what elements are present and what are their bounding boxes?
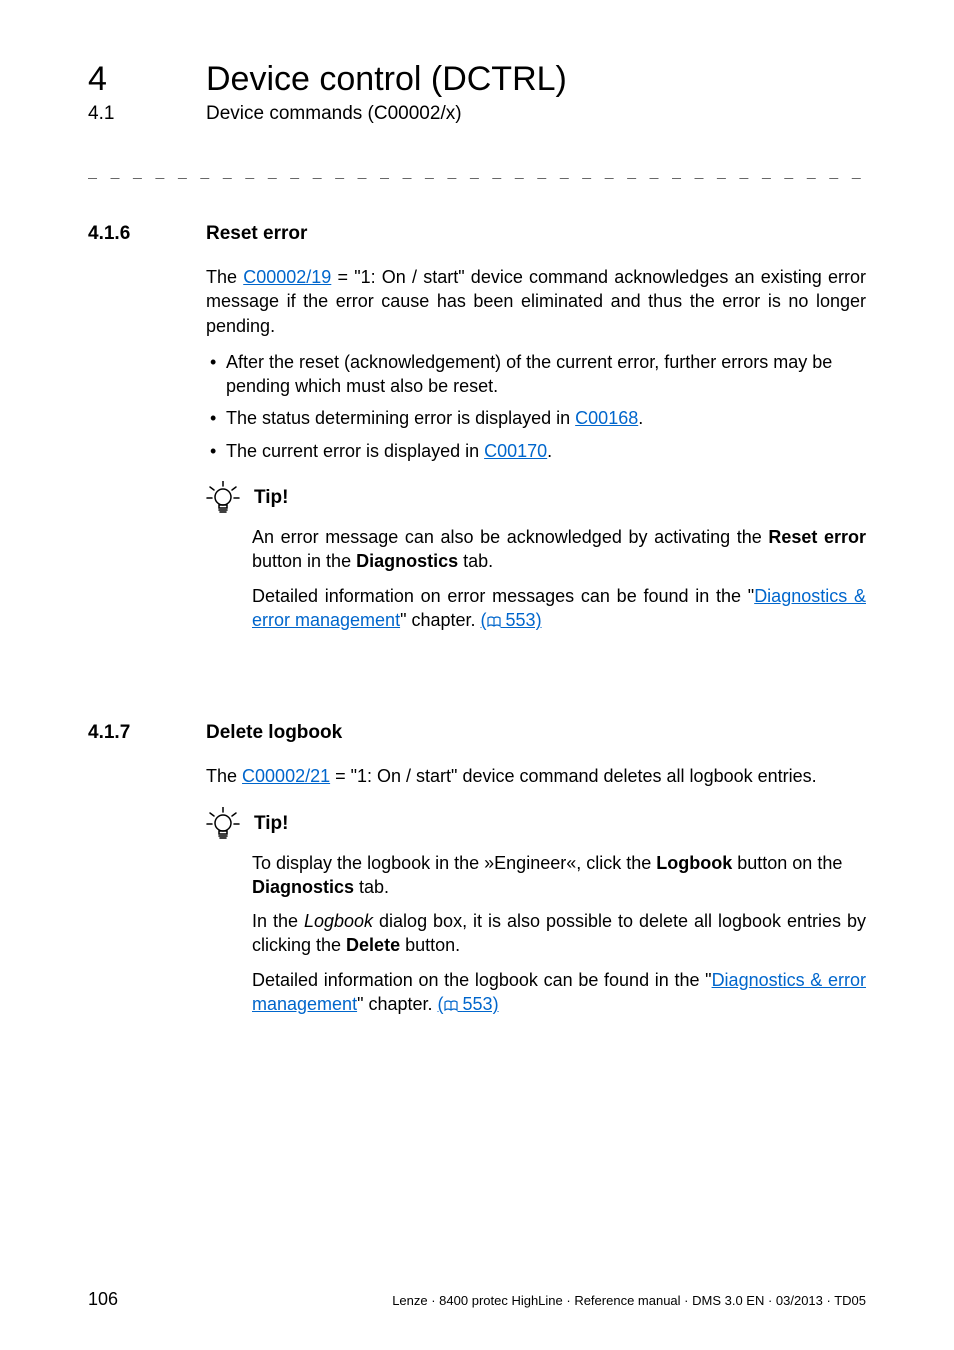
text: Detailed information on the logbook can … <box>252 970 712 990</box>
code-link[interactable]: C00168 <box>575 408 638 428</box>
text: = "1: On / start" device command deletes… <box>330 766 817 786</box>
text: button. <box>400 935 460 955</box>
tip-label: Tip! <box>254 813 288 835</box>
subsection-number: 4.1.7 <box>88 722 206 744</box>
subsection-header: 4.1.7 Delete logbook <box>88 722 866 744</box>
bullet-list: After the reset (acknowledgement) of the… <box>206 350 866 463</box>
paragraph: Detailed information on error messages c… <box>252 584 866 633</box>
text: . <box>638 408 643 428</box>
paragraph: The C00002/21 = "1: On / start" device c… <box>206 764 866 788</box>
subsection-header: 4.1.6 Reset error <box>88 223 866 245</box>
text: button in the <box>252 551 356 571</box>
subsection-title: Reset error <box>206 223 307 245</box>
page-number-ref: 553) <box>506 610 542 630</box>
text: " chapter. <box>357 994 437 1014</box>
page-footer: 106 Lenze · 8400 protec HighLine · Refer… <box>88 1289 866 1310</box>
paragraph: To display the logbook in the »Engineer«… <box>252 851 866 900</box>
page-number-ref: 553) <box>463 994 499 1014</box>
text: In the <box>252 911 304 931</box>
text: The <box>206 766 242 786</box>
footer-text: Lenze · 8400 protec HighLine · Reference… <box>392 1293 866 1308</box>
text: tab. <box>354 877 389 897</box>
bold-text: Diagnostics <box>356 551 458 571</box>
book-icon <box>444 1000 458 1012</box>
text: . <box>547 441 552 461</box>
italic-text: Logbook <box>304 911 373 931</box>
bold-text: Diagnostics <box>252 877 354 897</box>
text: The current error is displayed in <box>226 441 484 461</box>
code-link[interactable]: C00002/19 <box>243 267 331 287</box>
text: The <box>206 267 243 287</box>
code-link[interactable]: C00002/21 <box>242 766 330 786</box>
page-ref[interactable]: ( 553) <box>438 994 499 1014</box>
subsection-title: Delete logbook <box>206 722 342 744</box>
tip-callout: Tip! An error message can also be acknow… <box>206 481 866 632</box>
bold-text: Logbook <box>656 853 732 873</box>
section-header: 4.1 Device commands (C00002/x) <box>88 103 866 125</box>
page-ref[interactable]: ( 553) <box>481 610 542 630</box>
tip-body: To display the logbook in the »Engineer«… <box>252 851 866 1017</box>
tip-header: Tip! <box>206 807 866 841</box>
text: Detailed information on error messages c… <box>252 586 754 606</box>
text: button on the <box>732 853 842 873</box>
bold-text: Reset error <box>768 527 866 547</box>
paragraph: The C00002/19 = "1: On / start" device c… <box>206 265 866 338</box>
code-link[interactable]: C00170 <box>484 441 547 461</box>
text: The status determining error is displaye… <box>226 408 575 428</box>
book-icon <box>487 616 501 628</box>
tip-label: Tip! <box>254 487 288 509</box>
page-number: 106 <box>88 1289 118 1310</box>
body-text: The C00002/19 = "1: On / start" device c… <box>206 265 866 463</box>
paragraph: Detailed information on the logbook can … <box>252 968 866 1017</box>
text: To display the logbook in the »Engineer«… <box>252 853 656 873</box>
chapter-title: Device control (DCTRL) <box>206 60 567 99</box>
body-text: The C00002/21 = "1: On / start" device c… <box>206 764 866 788</box>
list-item: The current error is displayed in C00170… <box>206 439 866 463</box>
text: An error message can also be acknowledge… <box>252 527 768 547</box>
section-number: 4.1 <box>88 103 206 125</box>
bold-text: Delete <box>346 935 400 955</box>
lightbulb-icon <box>206 481 240 515</box>
text: " chapter. <box>400 610 480 630</box>
tip-callout: Tip! To display the logbook in the »Engi… <box>206 807 866 1017</box>
separator-dashes: _ _ _ _ _ _ _ _ _ _ _ _ _ _ _ _ _ _ _ _ … <box>88 161 866 179</box>
section-title: Device commands (C00002/x) <box>206 103 462 125</box>
list-item: After the reset (acknowledgement) of the… <box>206 350 866 399</box>
text: tab. <box>458 551 493 571</box>
tip-header: Tip! <box>206 481 866 515</box>
list-item: The status determining error is displaye… <box>206 406 866 430</box>
paragraph: An error message can also be acknowledge… <box>252 525 866 574</box>
tip-body: An error message can also be acknowledge… <box>252 525 866 632</box>
paragraph: In the Logbook dialog box, it is also po… <box>252 909 866 958</box>
chapter-number: 4 <box>88 60 206 99</box>
lightbulb-icon <box>206 807 240 841</box>
chapter-header: 4 Device control (DCTRL) <box>88 60 866 99</box>
subsection-number: 4.1.6 <box>88 223 206 245</box>
